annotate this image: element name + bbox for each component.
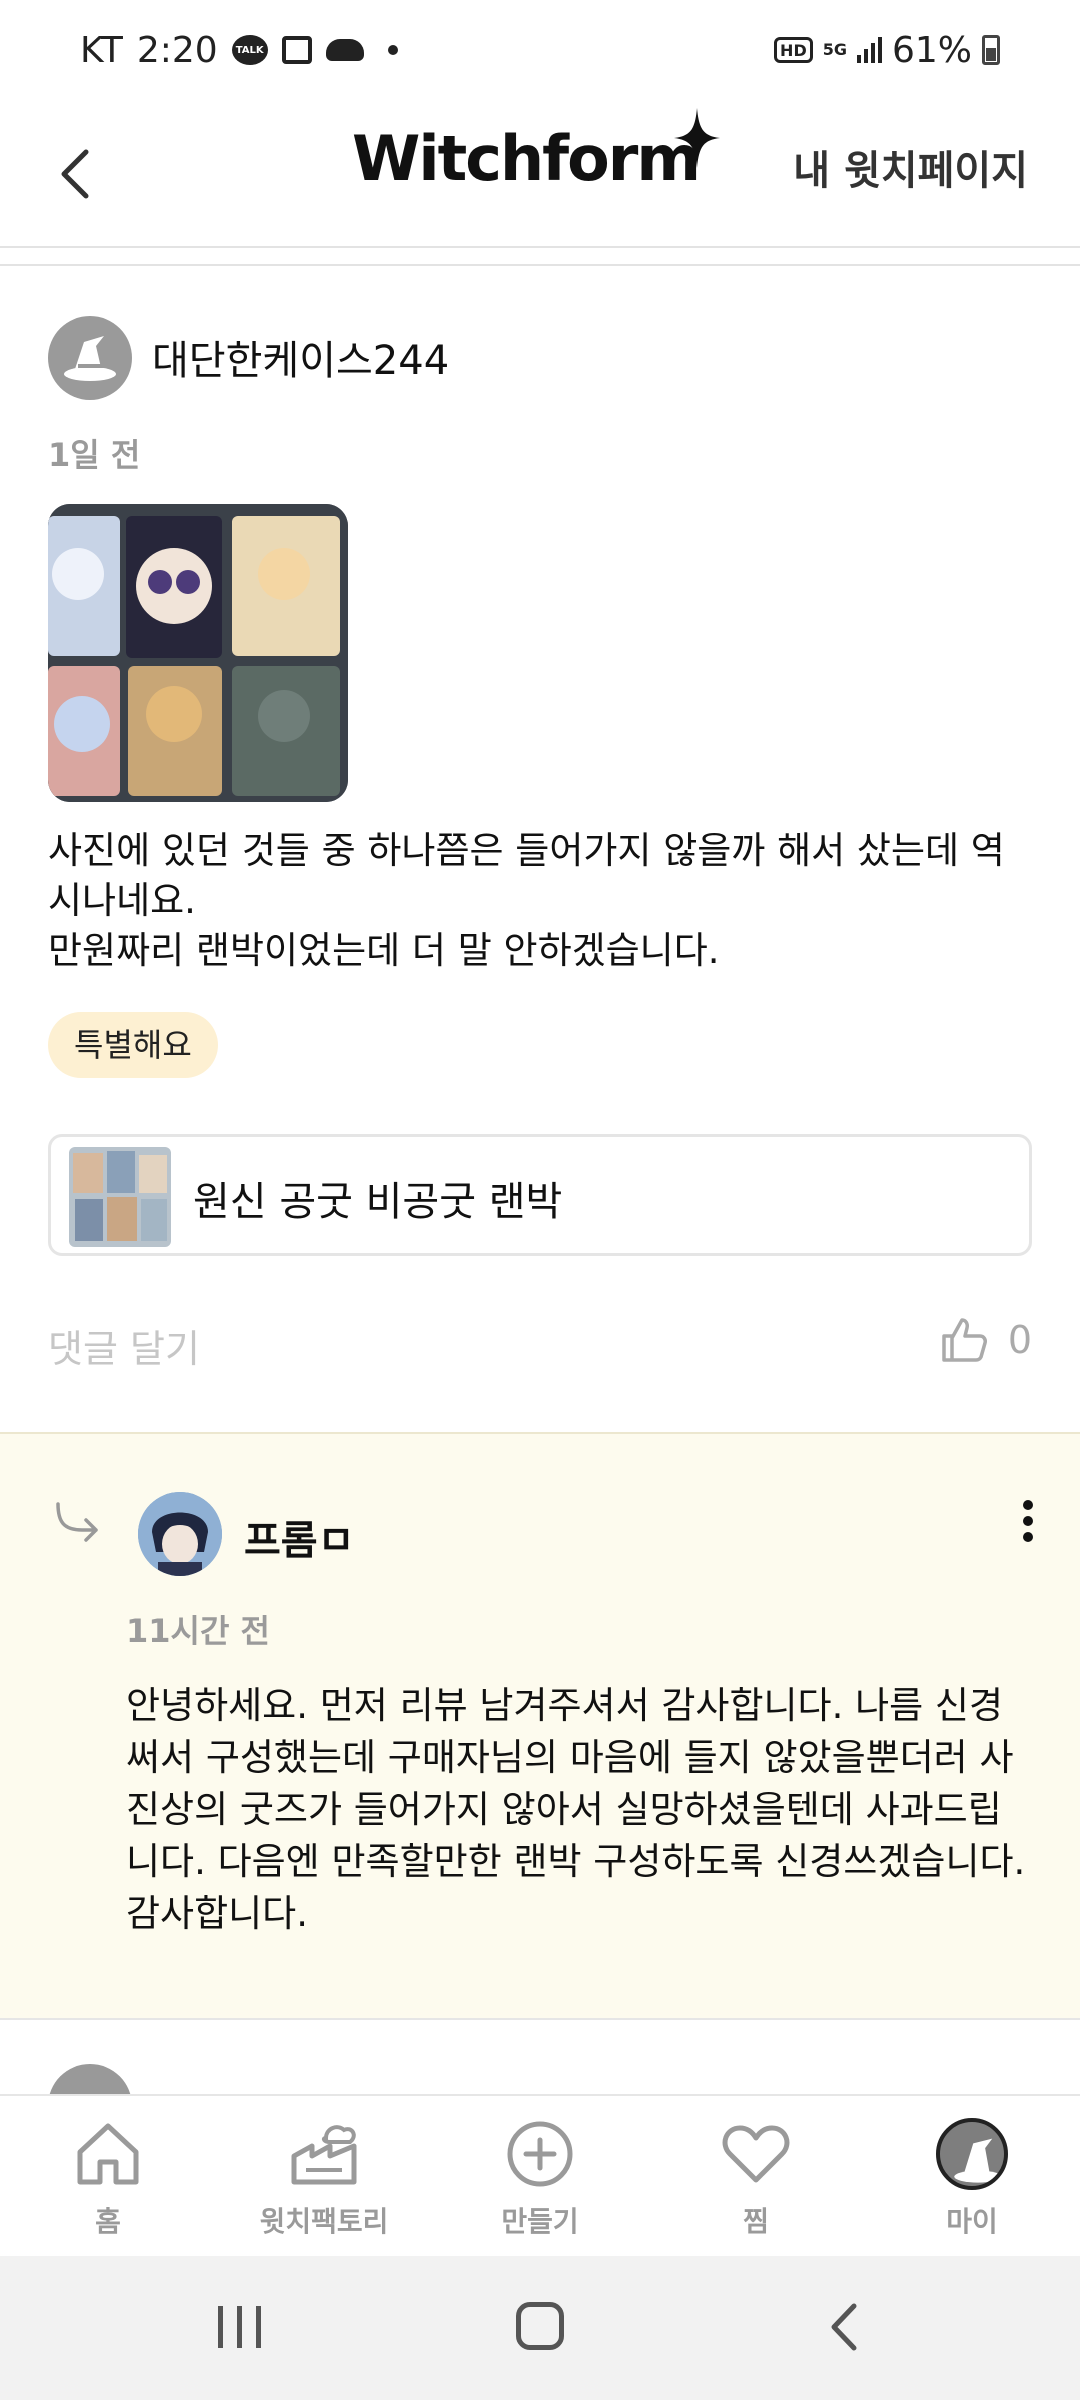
factory-icon bbox=[291, 2125, 357, 2185]
plus-circle-icon bbox=[507, 2121, 573, 2187]
write-comment-link[interactable]: 댓글 달기 bbox=[48, 1318, 200, 1373]
product-name: 원신 공굿 비공굿 랜박 bbox=[193, 1179, 563, 1225]
nav-home-label: 홈 bbox=[95, 2205, 121, 2238]
header-divider bbox=[0, 246, 1080, 266]
notification-dot-icon bbox=[387, 45, 398, 55]
nav-my[interactable]: 마이 bbox=[864, 2096, 1080, 2256]
product-card[interactable]: 원신 공굿 비공굿 랜박 bbox=[48, 1134, 1032, 1256]
my-witch-page-link[interactable]: 내 윗치페이지 bbox=[793, 138, 1028, 196]
kakaotalk-icon: TALK bbox=[231, 35, 268, 65]
more-options-icon[interactable] bbox=[1018, 1500, 1038, 1550]
seller-avatar[interactable] bbox=[138, 1492, 222, 1576]
system-back-icon[interactable] bbox=[826, 2302, 866, 2352]
witch-hat-icon bbox=[64, 336, 116, 381]
cloud-icon bbox=[325, 39, 364, 61]
nav-create[interactable]: 만들기 bbox=[432, 2096, 648, 2256]
network-label: 5G bbox=[822, 40, 847, 59]
home-button-icon[interactable] bbox=[516, 2302, 564, 2350]
system-navigation-bar bbox=[0, 2256, 1080, 2400]
clock-time: 2:20 bbox=[136, 29, 218, 71]
thumbs-up-icon bbox=[942, 1318, 987, 1362]
witchform-logo[interactable]: Witchform bbox=[352, 122, 701, 195]
product-thumbnail bbox=[69, 1147, 171, 1247]
like-count: 0 bbox=[1007, 1318, 1032, 1362]
sparkle-icon bbox=[674, 108, 720, 168]
review-photo[interactable] bbox=[48, 504, 348, 802]
nav-factory-label: 윗치팩토리 bbox=[259, 2205, 389, 2238]
like-button[interactable]: 0 bbox=[938, 1314, 1032, 1366]
carrier-label: KT bbox=[80, 29, 123, 71]
nav-home[interactable]: 홈 bbox=[0, 2096, 216, 2256]
bottom-navigation: 홈 윗치팩토리 만들기 찜 마이 bbox=[0, 2094, 1080, 2256]
reply-arrow-icon bbox=[56, 1502, 98, 1542]
review-tag: 특별해요 bbox=[48, 1012, 218, 1078]
reply-body-text: 안녕하세요. 먼저 리뷰 남겨주셔서 감사합니다. 나름 신경 써서 구성했는데… bbox=[126, 1684, 1026, 1935]
review-body-text: 사진에 있던 것들 중 하나쯤은 들어가지 않을까 해서 샀는데 역 시나네요.… bbox=[48, 829, 1005, 972]
nav-wishlist[interactable]: 찜 bbox=[648, 2096, 864, 2256]
battery-percent: 61% bbox=[891, 29, 972, 71]
reviewer-avatar[interactable] bbox=[48, 316, 132, 400]
nav-wishlist-label: 찜 bbox=[743, 2205, 769, 2238]
status-bar: KT 2:20 TALK HD 5G 61% bbox=[0, 0, 1080, 100]
gallery-icon bbox=[281, 36, 312, 64]
battery-icon bbox=[982, 35, 1000, 65]
nav-create-label: 만들기 bbox=[501, 2205, 579, 2238]
network-5g-icon: 5G bbox=[822, 40, 847, 59]
review-time: 1일 전 bbox=[48, 436, 141, 474]
app-header: Witchform 내 윗치페이지 bbox=[0, 100, 1080, 246]
recent-apps-icon[interactable] bbox=[218, 2306, 261, 2348]
seller-reply: 프롬ㅁ 11시간 전 안녕하세요. 먼저 리뷰 남겨주셔서 감사합니다. 나름 … bbox=[0, 1432, 1080, 2020]
nav-witch-factory[interactable]: 윗치팩토리 bbox=[216, 2096, 432, 2256]
signal-icon bbox=[856, 37, 882, 63]
profile-avatar-icon bbox=[936, 2118, 1008, 2190]
back-arrow-icon[interactable] bbox=[52, 144, 102, 204]
home-icon bbox=[77, 2123, 139, 2185]
nav-my-label: 마이 bbox=[946, 2205, 998, 2238]
reply-time: 11시간 전 bbox=[126, 1612, 270, 1650]
heart-icon bbox=[722, 2125, 790, 2183]
seller-username[interactable]: 프롬ㅁ bbox=[244, 1508, 354, 1566]
talk-label: TALK bbox=[235, 44, 264, 56]
reviewer-username[interactable]: 대단한케이스244 bbox=[152, 328, 449, 386]
hd-voice-icon: HD bbox=[774, 37, 813, 63]
